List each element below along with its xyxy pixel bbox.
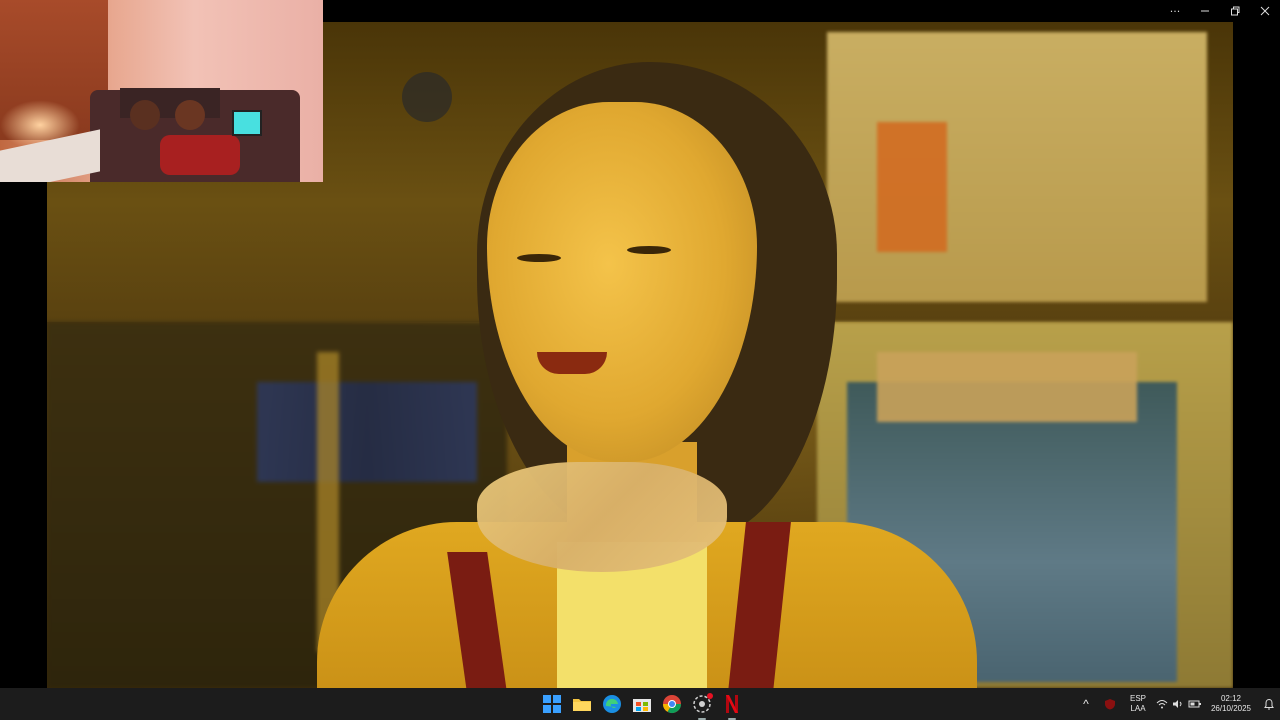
webcam-person-1	[130, 100, 160, 130]
close-button[interactable]	[1250, 0, 1280, 22]
chrome-icon	[663, 695, 681, 714]
more-options-button[interactable]: ···	[1160, 0, 1190, 22]
start-button[interactable]	[540, 692, 564, 716]
battery-icon	[1188, 700, 1201, 708]
windows-logo-icon	[543, 695, 561, 713]
chrome-button[interactable]	[660, 692, 684, 716]
speaker-icon	[1173, 700, 1182, 708]
webcam-laptop-screen	[232, 110, 262, 136]
show-hidden-icons-button[interactable]: ^	[1074, 688, 1098, 720]
battery-button[interactable]	[1186, 688, 1204, 720]
tray-app-button[interactable]	[1098, 688, 1122, 720]
more-label: ···	[1169, 4, 1181, 18]
bell-icon	[1264, 698, 1274, 710]
app-with-notification-button[interactable]	[690, 692, 714, 720]
microsoft-store-button[interactable]	[630, 692, 654, 716]
netflix-button[interactable]	[720, 692, 744, 720]
taskbar: ^ ESP LAA 02:12 26/10/2025	[0, 688, 1280, 720]
edge-icon	[603, 695, 621, 713]
shelf-blue-items	[257, 382, 477, 482]
wifi-button[interactable]	[1154, 688, 1170, 720]
clock-time: 02:12	[1220, 694, 1242, 703]
minimize-button[interactable]	[1190, 0, 1220, 22]
store-icon	[633, 699, 651, 712]
tray-shield-icon	[1105, 699, 1115, 710]
keyboard-layout: LAA	[1130, 704, 1146, 713]
notification-badge	[707, 693, 713, 699]
clock[interactable]: 02:12 26/10/2025	[1204, 688, 1258, 720]
person-eye-left	[517, 254, 561, 262]
system-tray: ^ ESP LAA 02:12 26/10/2025	[1074, 688, 1280, 720]
chevron-up-icon: ^	[1083, 697, 1089, 711]
fridge-sign	[877, 352, 1137, 422]
close-icon	[1260, 6, 1270, 16]
language-indicator[interactable]: ESP LAA	[1122, 688, 1154, 720]
volume-button[interactable]	[1170, 688, 1186, 720]
background-box	[827, 32, 1207, 302]
wifi-icon	[1156, 700, 1168, 709]
person-scarf	[477, 462, 727, 572]
window-controls: ···	[1160, 0, 1280, 22]
clock-date: 26/10/2025	[1210, 704, 1252, 713]
notifications-button[interactable]	[1258, 688, 1280, 720]
box-label	[877, 122, 947, 252]
restore-button[interactable]	[1220, 0, 1250, 22]
person-eye-right	[627, 246, 671, 254]
background-lamp	[402, 72, 452, 122]
minimize-icon	[1201, 10, 1209, 12]
webcam-person-2	[175, 100, 205, 130]
folder-icon	[573, 699, 591, 711]
edge-button[interactable]	[600, 692, 624, 716]
webcam-blanket	[160, 135, 240, 175]
restore-icon	[1231, 6, 1240, 16]
netflix-icon	[726, 695, 738, 713]
taskbar-apps	[540, 688, 744, 720]
file-explorer-button[interactable]	[570, 692, 594, 716]
person-mouth	[537, 352, 607, 374]
webcam-overlay	[0, 0, 323, 182]
language-code: ESP	[1129, 694, 1146, 703]
